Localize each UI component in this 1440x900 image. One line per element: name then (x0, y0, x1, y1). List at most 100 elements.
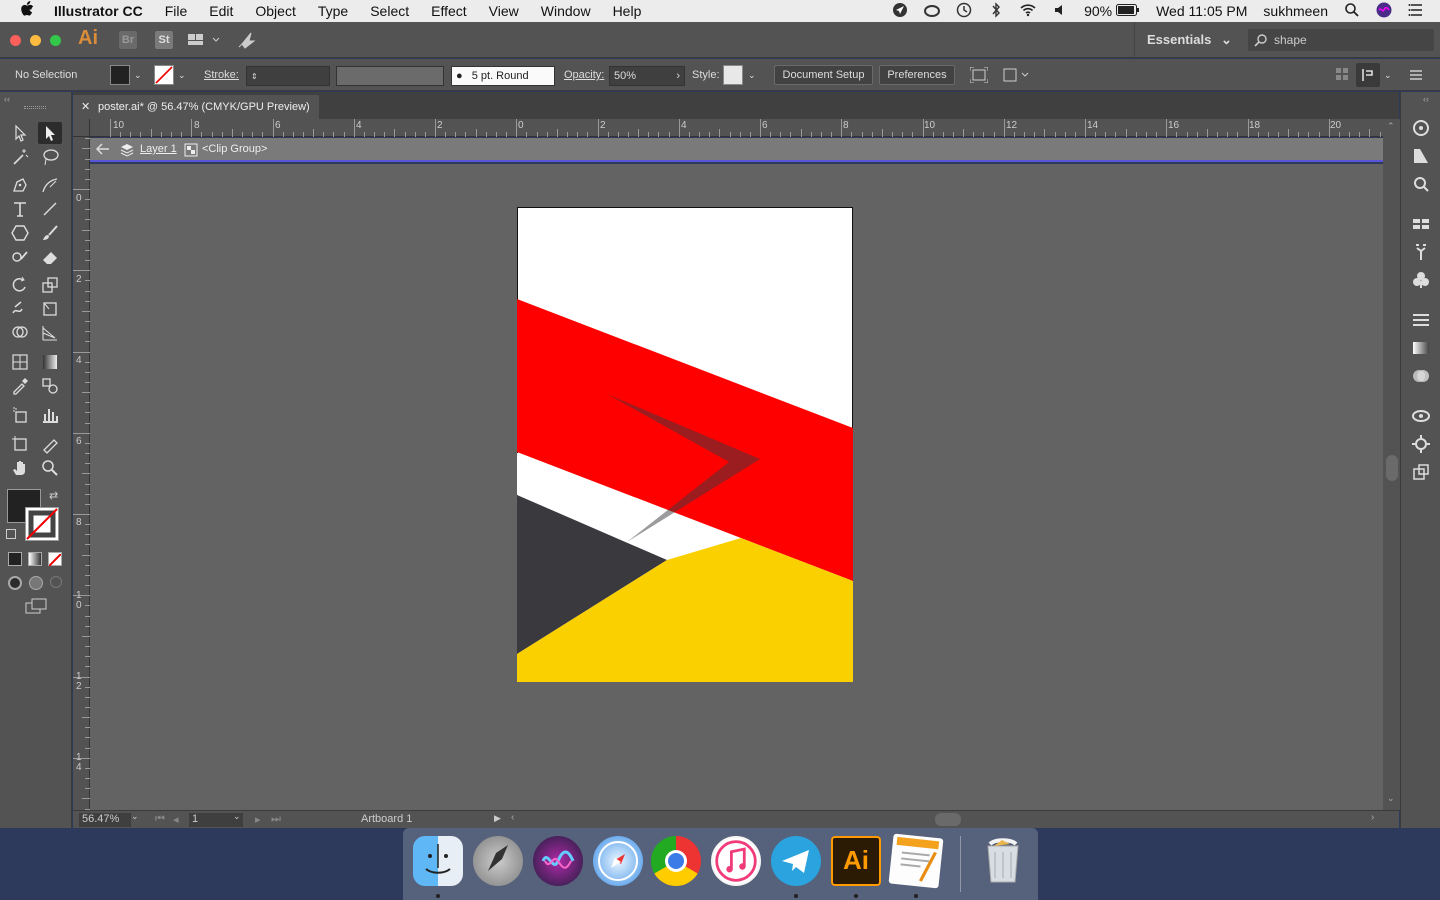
preferences-button[interactable]: Preferences (879, 65, 955, 85)
previous-artboard-icon[interactable]: ◂ (173, 813, 179, 826)
panel-menu-icon[interactable] (1410, 69, 1422, 84)
magic-wand-tool-icon[interactable] (8, 146, 32, 168)
horizontal-scroll-thumb[interactable] (935, 813, 961, 826)
opacity-label[interactable]: Opacity: (564, 59, 604, 91)
finder-icon[interactable] (413, 836, 463, 886)
wifi-icon[interactable] (1020, 2, 1036, 21)
vertical-scrollbar[interactable]: ⌃ ⌄ (1383, 119, 1400, 810)
stock-button[interactable]: St (155, 31, 173, 49)
creative-cloud-icon[interactable] (924, 2, 941, 21)
curvature-tool-icon[interactable] (38, 174, 62, 196)
bridge-button[interactable]: Br (119, 31, 137, 49)
collapse-panel-icon[interactable]: ‹‹ (4, 94, 10, 104)
spotlight-icon[interactable] (1344, 2, 1360, 21)
change-screen-mode-icon[interactable] (24, 598, 48, 614)
expand-panels-icon[interactable]: ‹‹ (1423, 94, 1429, 104)
zoom-tool-icon[interactable] (38, 457, 62, 479)
document-tab[interactable]: ✕ poster.ai* @ 56.47% (CMYK/GPU Preview) (73, 95, 319, 119)
stroke-color-box[interactable] (25, 507, 59, 541)
back-arrow-icon[interactable] (95, 142, 111, 159)
artboard[interactable] (517, 207, 853, 682)
telegram-icon[interactable] (771, 836, 821, 886)
itunes-icon[interactable] (711, 836, 761, 886)
location-icon[interactable] (892, 2, 908, 21)
align-to-icon[interactable] (969, 66, 989, 86)
slice-tool-icon[interactable] (38, 433, 62, 455)
color-mode-icon[interactable] (8, 552, 22, 566)
swatches-icon[interactable] (1411, 146, 1431, 166)
eraser-tool-icon[interactable] (38, 246, 62, 268)
variable-width-profile[interactable] (336, 66, 444, 86)
appearance-icon[interactable] (1411, 174, 1431, 194)
shape-builder-tool-icon[interactable] (8, 322, 32, 344)
arrange-documents-button[interactable] (188, 32, 224, 48)
status-menu-arrow-icon[interactable]: ▶ (494, 813, 501, 824)
panel-grip[interactable] (24, 106, 46, 109)
horizontal-ruler[interactable]: 10 8 6 4 2 0 2 4 6 8 10 12 14 16 18 20 (90, 119, 1383, 137)
shaper-tool-icon[interactable] (8, 246, 32, 268)
user-name[interactable]: sukhmeen (1263, 3, 1328, 19)
chevron-down-icon[interactable]: ⌄ (748, 59, 756, 91)
illustrator-icon[interactable]: Ai (831, 836, 881, 886)
gradient-tool-icon[interactable] (38, 351, 62, 373)
chrome-icon[interactable] (651, 836, 701, 886)
asset-export-icon[interactable] (1411, 434, 1431, 454)
default-fill-stroke-icon[interactable] (6, 529, 16, 539)
menu-edit[interactable]: Edit (209, 3, 233, 19)
draw-inside-icon[interactable] (50, 576, 62, 588)
time-machine-icon[interactable] (956, 2, 972, 21)
workspace-switcher[interactable]: Essentials ⌄ (1134, 22, 1240, 58)
vertical-scroll-thumb[interactable] (1386, 455, 1398, 481)
type-tool-icon[interactable] (8, 198, 32, 220)
stroke-panel-icon[interactable] (1411, 310, 1431, 330)
graphic-style-swatch[interactable] (723, 65, 743, 85)
panel-toggle-button[interactable] (1356, 63, 1380, 87)
apple-menu-icon[interactable] (20, 0, 38, 22)
last-artboard-icon[interactable]: ⏭ (271, 813, 281, 826)
free-transform-tool-icon[interactable] (38, 298, 62, 320)
safari-icon[interactable] (593, 836, 643, 886)
gpu-performance-icon[interactable] (236, 30, 256, 50)
mesh-tool-icon[interactable] (8, 351, 32, 373)
menu-type[interactable]: Type (318, 3, 348, 19)
stroke-weight-field[interactable]: ⇕ (246, 66, 330, 86)
ruler-origin[interactable] (73, 119, 90, 137)
cc-libraries-icon[interactable] (1411, 406, 1431, 426)
gradient-mode-icon[interactable] (28, 552, 42, 566)
notification-center-icon[interactable] (1408, 2, 1424, 21)
libraries-icon[interactable] (1411, 214, 1431, 234)
chevron-down-icon[interactable]: ⌄ (178, 59, 186, 91)
first-artboard-icon[interactable]: ⏮ (155, 813, 165, 826)
pages-icon[interactable] (888, 833, 944, 889)
canvas[interactable] (90, 164, 1383, 810)
scale-tool-icon[interactable] (38, 274, 62, 296)
zoom-window-button[interactable] (50, 35, 61, 46)
chevron-left-icon[interactable]: ‹ (511, 812, 514, 823)
document-setup-button[interactable]: Document Setup (774, 65, 873, 85)
menu-object[interactable]: Object (255, 3, 295, 19)
menu-window[interactable]: Window (541, 3, 591, 19)
chevron-right-icon[interactable]: › (1371, 812, 1374, 823)
color-guide-icon[interactable] (1411, 118, 1431, 138)
app-menu-name[interactable]: Illustrator CC (54, 3, 143, 19)
battery-icon[interactable] (1116, 3, 1140, 19)
none-mode-icon[interactable] (48, 552, 62, 567)
bluetooth-icon[interactable] (988, 1, 1004, 21)
chevron-up-icon[interactable]: ⌃ (1387, 121, 1395, 132)
paintbrush-tool-icon[interactable] (38, 222, 62, 244)
vertical-ruler[interactable]: 0 2 4 6 8 1 0 1 2 1 4 (73, 137, 90, 810)
layer-breadcrumb[interactable]: Layer 1 (140, 143, 177, 155)
chevron-right-icon[interactable]: › (676, 67, 680, 85)
chevron-down-icon[interactable]: ⌄ (1384, 59, 1392, 91)
direct-selection-tool-icon[interactable] (38, 122, 62, 144)
menu-select[interactable]: Select (370, 3, 409, 19)
polygon-tool-icon[interactable] (8, 222, 32, 244)
opacity-field[interactable]: 50% › (609, 66, 685, 86)
launchpad-icon[interactable] (473, 836, 523, 886)
zoom-field[interactable]: 56.47% (79, 813, 131, 827)
menu-view[interactable]: View (489, 3, 519, 19)
chevron-down-icon[interactable]: ⌄ (1387, 793, 1395, 804)
menu-effect[interactable]: Effect (431, 3, 467, 19)
artboards-panel-icon[interactable] (1411, 462, 1431, 482)
trash-icon[interactable] (978, 836, 1028, 886)
